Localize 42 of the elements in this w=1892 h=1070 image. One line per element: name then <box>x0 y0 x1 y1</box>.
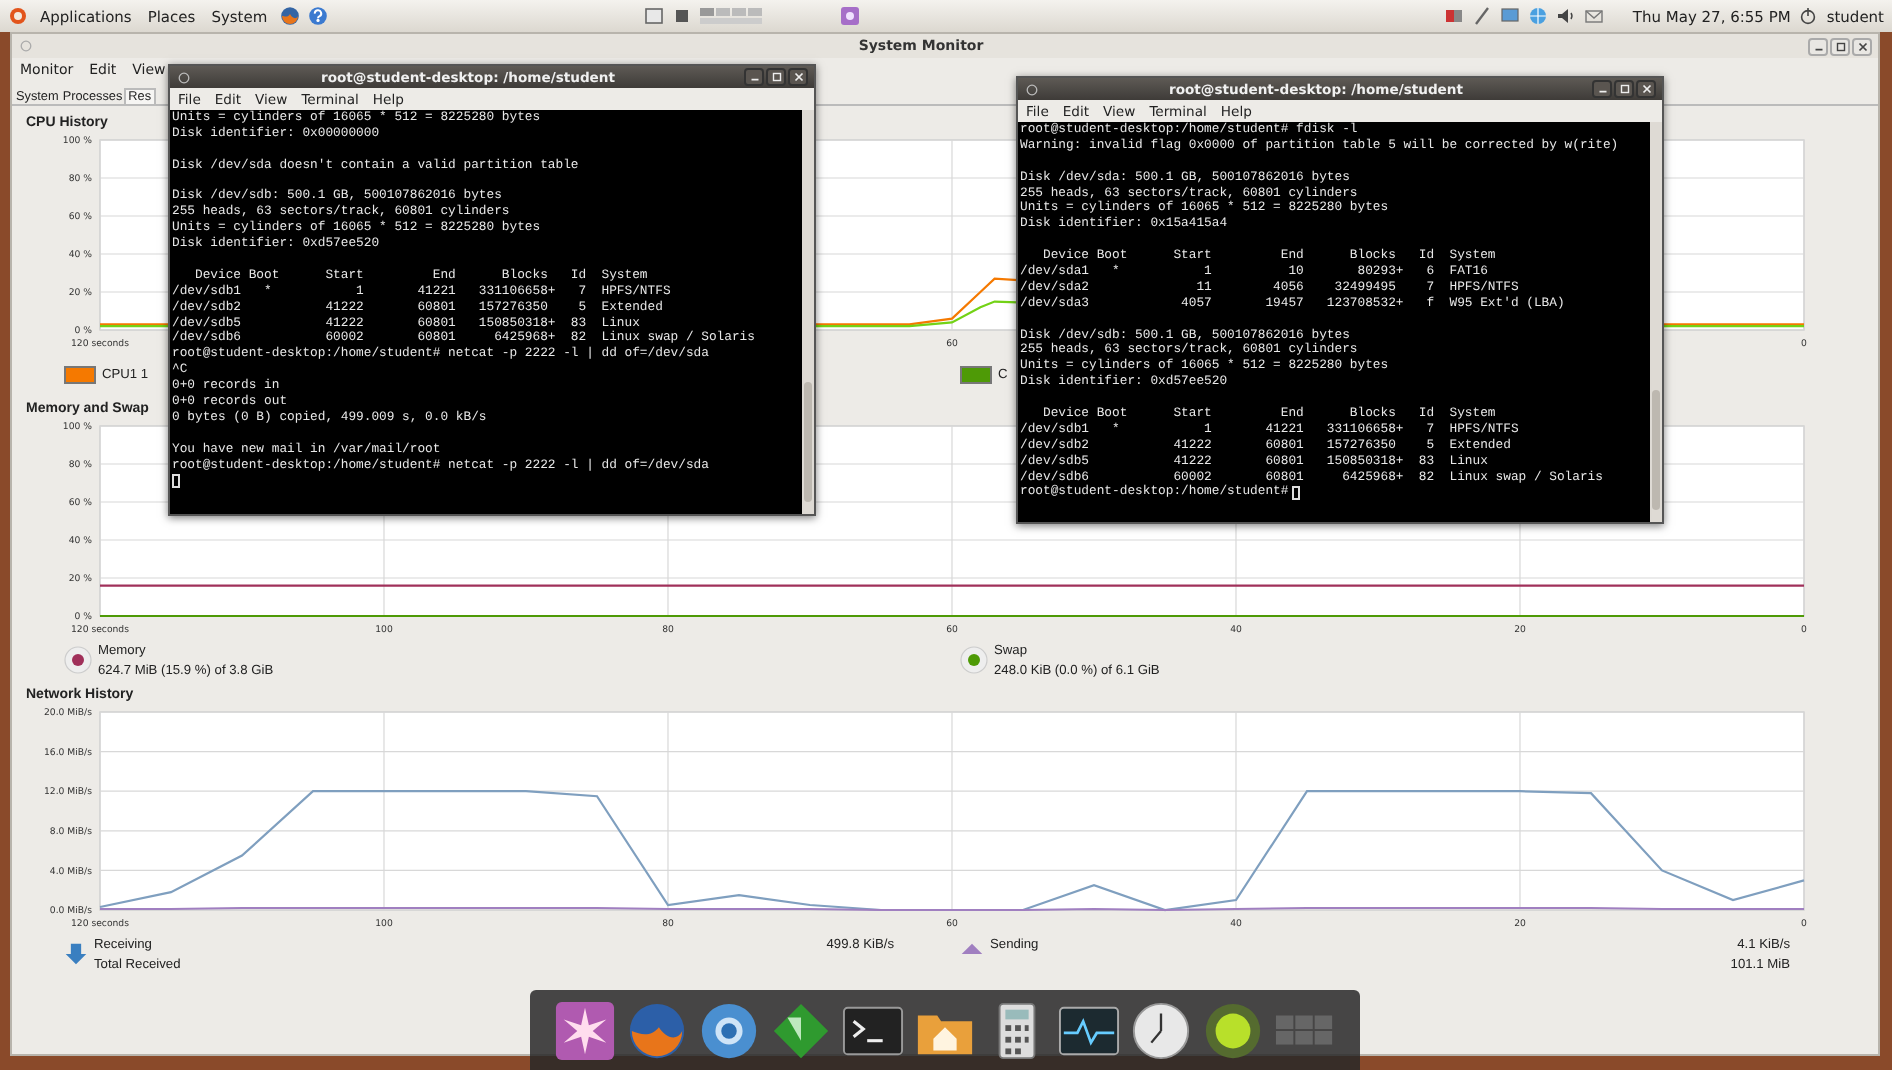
power-icon[interactable] <box>1798 6 1819 26</box>
window-menu-icon[interactable] <box>176 69 192 85</box>
globe-icon[interactable] <box>698 999 760 1061</box>
workspace-switcher-icon[interactable] <box>699 6 764 26</box>
pie-icon[interactable] <box>64 646 92 674</box>
display-icon[interactable] <box>1500 6 1521 26</box>
close-icon <box>1855 39 1869 53</box>
maximize-icon <box>769 70 783 84</box>
maximize-button[interactable] <box>766 68 786 86</box>
color-swatch[interactable] <box>960 365 992 383</box>
maximize-icon <box>1833 39 1847 53</box>
text-cursor <box>1292 485 1301 500</box>
star-burst-icon[interactable] <box>554 999 616 1061</box>
scrollbar-thumb[interactable] <box>804 382 812 502</box>
orb-icon[interactable] <box>1202 999 1264 1061</box>
scrollbar[interactable] <box>1650 122 1662 522</box>
maximize-button[interactable] <box>1830 37 1850 55</box>
help-icon[interactable] <box>307 6 328 26</box>
pie-icon[interactable] <box>960 646 988 674</box>
close-button[interactable] <box>1852 37 1872 55</box>
close-icon <box>791 70 805 84</box>
browser-icon[interactable] <box>279 6 300 26</box>
mail-icon[interactable] <box>1584 6 1605 26</box>
ubuntu-logo-icon <box>8 6 28 26</box>
color-swatch[interactable] <box>64 365 96 383</box>
window-list-icon[interactable] <box>643 6 664 26</box>
close-button[interactable] <box>788 68 808 86</box>
volume-icon[interactable] <box>1556 6 1577 26</box>
browser-icon[interactable] <box>626 999 688 1061</box>
maximize-button[interactable] <box>1614 80 1634 98</box>
scrollbar[interactable] <box>802 110 814 514</box>
maximize-icon <box>1617 82 1631 96</box>
app-icon[interactable] <box>839 6 860 26</box>
diamond-logo-icon[interactable] <box>770 999 832 1061</box>
clock-icon[interactable] <box>1130 999 1192 1061</box>
window-menu-icon[interactable] <box>1024 81 1040 97</box>
close-icon <box>1639 82 1653 96</box>
window-list-icon[interactable] <box>671 6 692 26</box>
close-button[interactable] <box>1636 80 1656 98</box>
minimize-button[interactable] <box>1592 80 1612 98</box>
minimize-button[interactable] <box>744 68 764 86</box>
scrollbar-thumb[interactable] <box>1652 390 1660 510</box>
